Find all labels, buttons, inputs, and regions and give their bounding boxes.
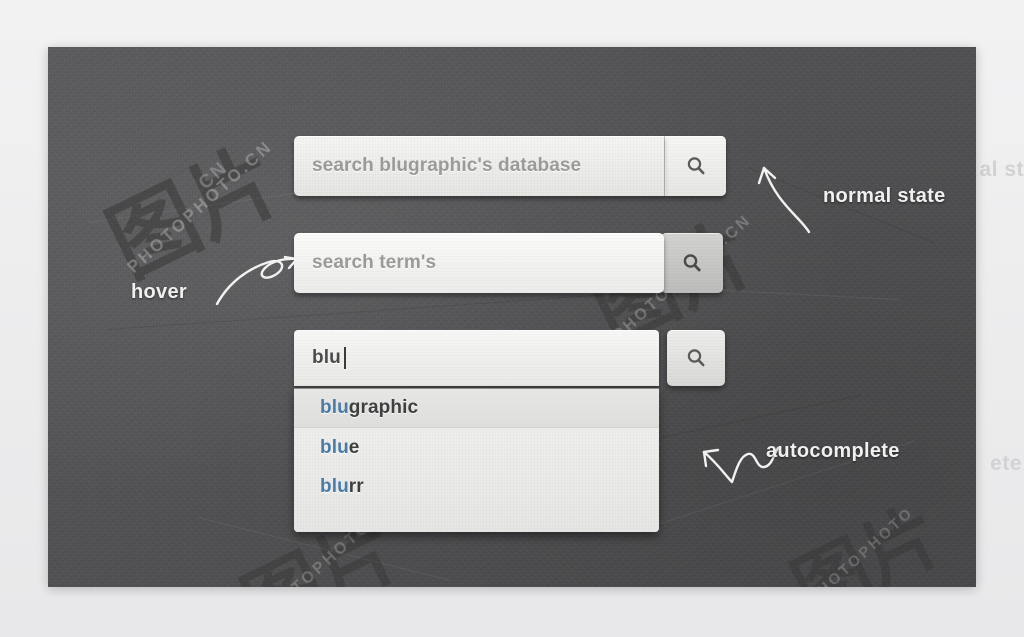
text-caret [343,347,346,369]
autocomplete-dropdown: blu graphic blu e blu rr [294,388,659,532]
search-icon [684,154,708,178]
search-icon [684,346,708,370]
page-background: al st ete 图片 PHOTOPHOTO.CN CN 图片 PHOTOPH… [0,0,1024,637]
watermark-domain: CN [194,157,233,194]
search-input-normal-placeholder: search blugraphic's database [312,155,582,176]
watermark-text: PHOTOPHOTO.CN [123,136,277,277]
autocomplete-item-rest: graphic [348,397,419,418]
showcase-panel: 图片 PHOTOPHOTO.CN CN 图片 PHOTOPHOTO.CN 图片 … [48,47,976,587]
autocomplete-item[interactable]: blu graphic [294,389,659,428]
annotation-arrow-normal-state [753,152,823,242]
autocomplete-item-match: blu [320,475,349,497]
autocomplete-item-rest: e [348,436,360,458]
search-input-normal[interactable]: search blugraphic's database [294,136,664,196]
search-input-hover[interactable]: search term's [294,233,664,293]
autocomplete-item[interactable]: blu rr [294,467,659,506]
autocomplete-item-match: blu [320,397,349,418]
autocomplete-item-rest: rr [348,475,364,497]
search-input-hover-placeholder: search term's [312,252,437,273]
search-input-autocomplete[interactable]: blu [294,330,659,386]
search-button-hover[interactable] [661,233,723,293]
annotation-label-normal-state: normal state [823,185,946,207]
watermark-cjk: 图片 [779,489,955,587]
search-button-normal[interactable] [664,136,726,196]
watermark-text: PHOTOPHOTO [804,503,918,587]
annotation-label-autocomplete: autocomplete [766,440,900,462]
autocomplete-item[interactable]: blu e [294,428,659,467]
search-bar-normal: search blugraphic's database [294,136,726,196]
autocomplete-item-match: blu [320,436,349,458]
search-button-autocomplete[interactable] [667,330,725,386]
search-icon [680,251,704,275]
edge-text-fragment-normal-state: al st [979,158,1024,181]
search-input-autocomplete-value: blu [312,347,341,368]
search-bar-hover: search term's [294,233,723,293]
edge-text-fragment-autocomplete: ete [990,452,1022,475]
search-bar-autocomplete: blu [294,330,725,386]
annotation-label-hover: hover [131,281,187,303]
watermark-cjk: 图片 [92,126,296,297]
